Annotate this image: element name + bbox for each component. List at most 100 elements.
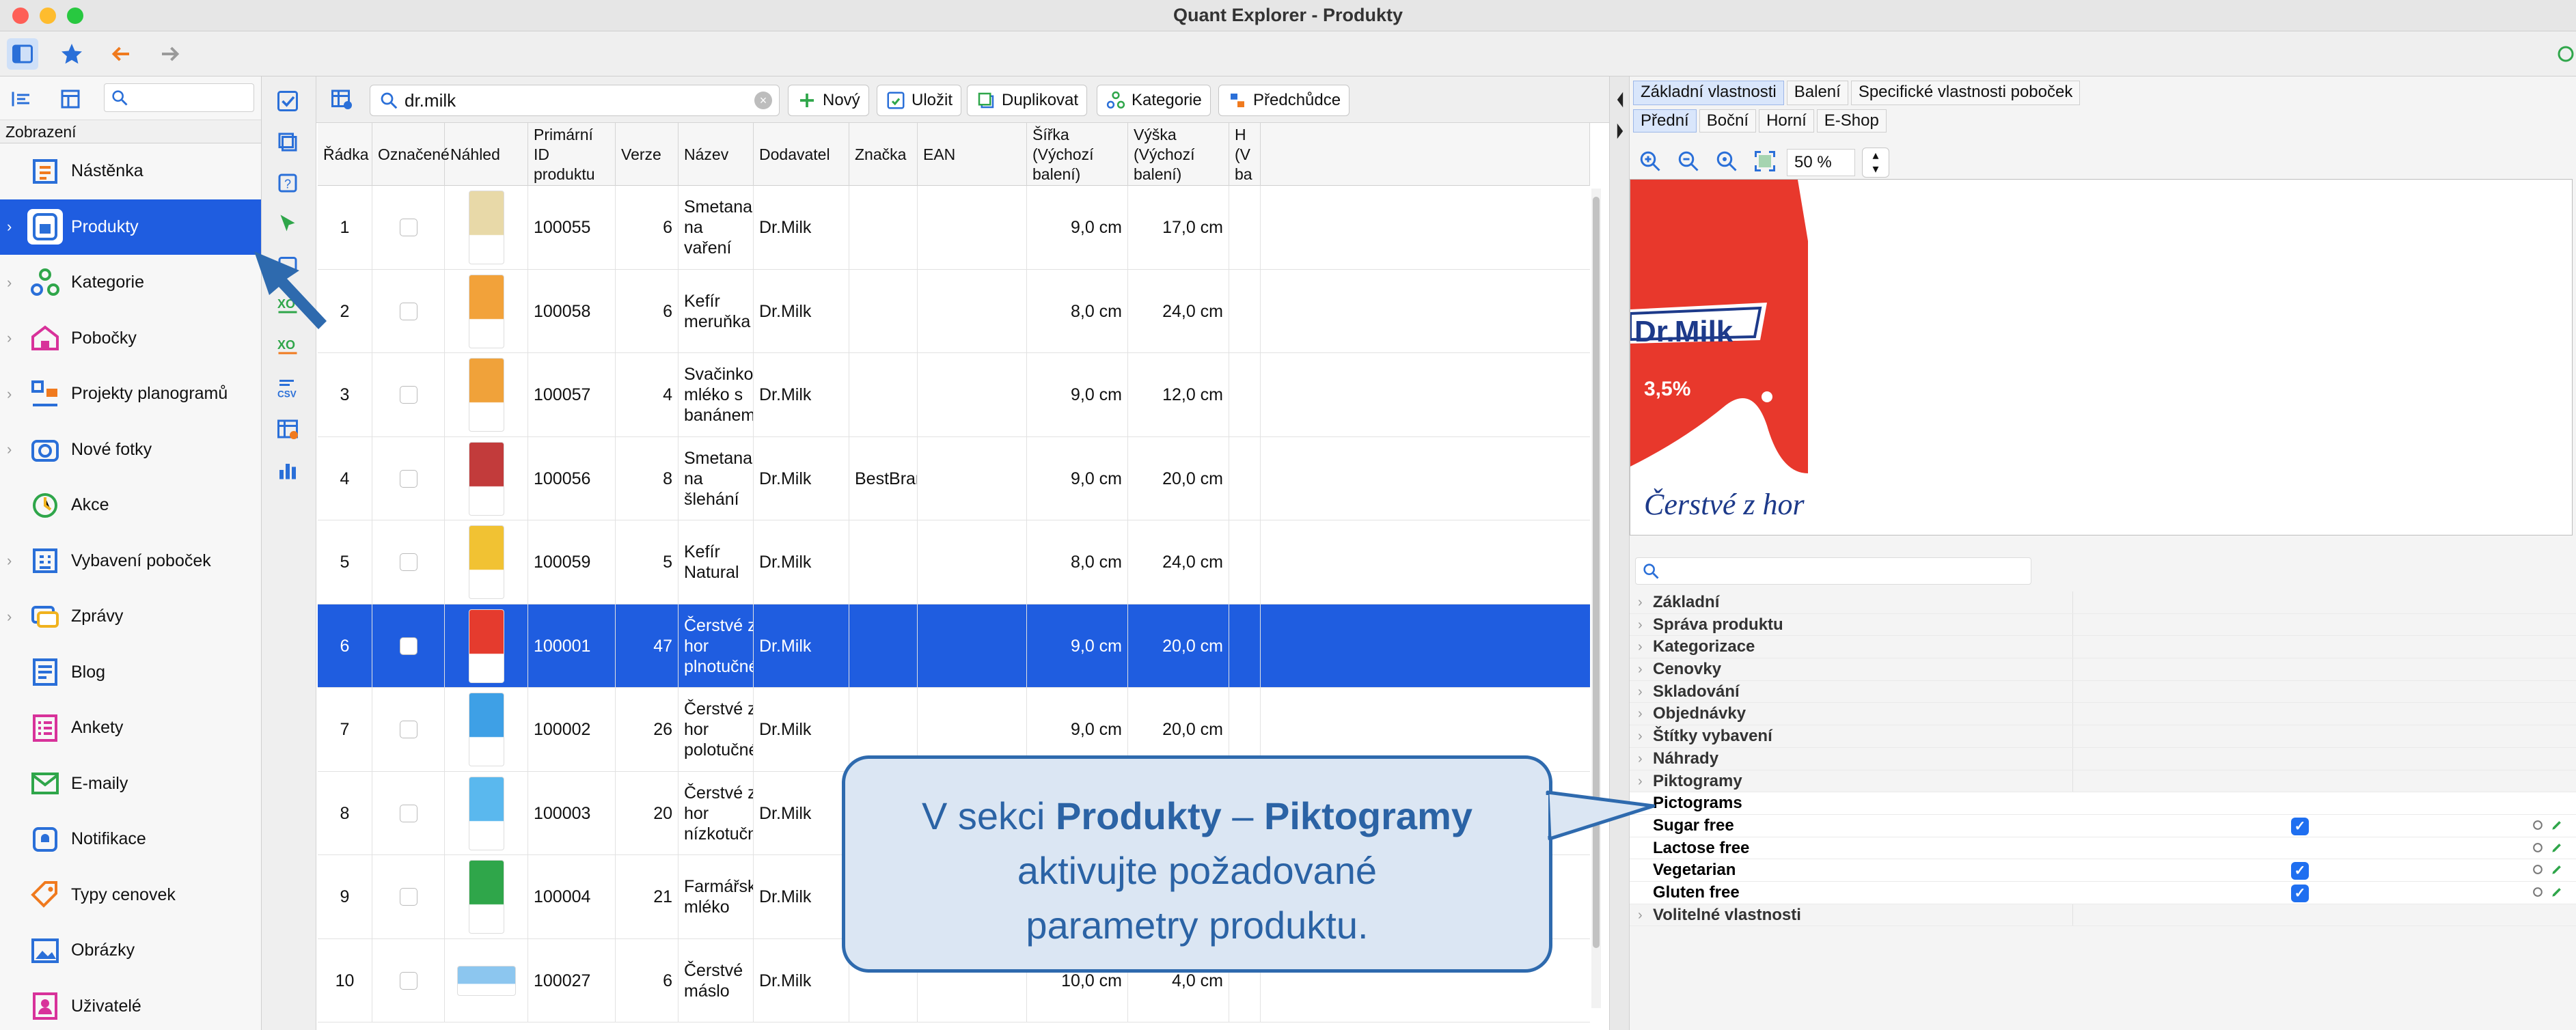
edit-icon[interactable] xyxy=(2549,818,2564,833)
column-header[interactable]: Řádka xyxy=(318,123,372,186)
sidebar-item-zprávy[interactable]: › Zprávy xyxy=(0,589,261,645)
property-group[interactable]: › Cenovky xyxy=(1630,658,2576,681)
table-row[interactable]: 3 1000574Svačinkové mléko s banánemDr.Mil… xyxy=(318,353,1590,437)
chevron-right-icon[interactable]: › xyxy=(1638,703,1643,725)
excel-import-icon[interactable]: XO xyxy=(273,332,303,362)
property-group[interactable]: › Piktogramy xyxy=(1630,770,2576,793)
view-tab-e-shop[interactable]: E-Shop xyxy=(1816,109,1887,133)
chevron-right-icon[interactable]: › xyxy=(1638,748,1643,770)
column-header[interactable]: Verze xyxy=(616,123,679,186)
sidebar-item-e-maily[interactable]: E-maily xyxy=(0,756,261,812)
sidebar-item-akce[interactable]: Akce xyxy=(0,477,261,533)
edit-icon[interactable] xyxy=(2549,862,2564,877)
bar-chart-icon[interactable] xyxy=(273,455,303,485)
edit-icon[interactable] xyxy=(2549,840,2564,855)
collapse-right-icon[interactable] xyxy=(1615,122,1625,141)
check-all-icon[interactable] xyxy=(273,86,303,116)
column-header[interactable]: Označené xyxy=(372,123,450,186)
sidebar-item-notifikace[interactable]: Notifikace xyxy=(0,811,261,867)
view-layout-icon[interactable] xyxy=(55,83,86,115)
reset-icon[interactable] xyxy=(2530,862,2545,877)
chevron-right-icon[interactable]: › xyxy=(7,385,12,403)
sidebar-item-pobočky[interactable]: › Pobočky xyxy=(0,311,261,367)
save-button[interactable]: Uložit xyxy=(877,85,962,116)
forward-arrow-icon[interactable] xyxy=(154,38,186,70)
sidebar-item-blog[interactable]: Blog xyxy=(0,645,261,701)
chevron-right-icon[interactable]: › xyxy=(7,218,12,236)
chevron-right-icon[interactable]: › xyxy=(1638,681,1643,703)
row-checkbox[interactable] xyxy=(399,888,417,906)
column-header[interactable]: Výška (Výchozí balení) xyxy=(1128,123,1229,186)
tab-základní-vlastnosti[interactable]: Základní vlastnosti xyxy=(1633,81,1784,105)
zoom-stepper[interactable]: ▴ ▾ xyxy=(1862,148,1889,178)
row-checkbox[interactable] xyxy=(399,469,417,488)
pictogram-checkbox[interactable]: ✓ xyxy=(2291,884,2309,902)
csv-export-icon[interactable]: CSV xyxy=(273,373,303,403)
duplicate-button[interactable]: Duplikovat xyxy=(967,85,1088,116)
zoom-reset-icon[interactable] xyxy=(1713,148,1740,175)
sidebar-item-projekty-planogramů[interactable]: › Projekty planogramů xyxy=(0,366,261,422)
pictogram-checkbox[interactable] xyxy=(2291,840,2309,858)
chevron-right-icon[interactable]: › xyxy=(1638,614,1643,636)
column-header[interactable]: Dodavatel xyxy=(754,123,849,186)
table-row[interactable]: 5 100059 5 Kefír Natural Dr.Milk 8,0 cm 24,0 c… xyxy=(318,520,1590,604)
pictogram-checkbox[interactable]: ✓ xyxy=(2291,817,2309,835)
scrollbar-thumb[interactable] xyxy=(1593,197,1600,948)
chevron-right-icon[interactable]: › xyxy=(7,608,12,626)
sidebar-search-input[interactable] xyxy=(104,83,254,112)
pictogram-checkbox[interactable]: ✓ xyxy=(2291,862,2309,880)
column-header[interactable]: EAN xyxy=(918,123,1027,186)
reset-icon[interactable] xyxy=(2530,885,2545,900)
arrow-pointer-icon[interactable] xyxy=(273,209,303,239)
sidebar-item-obrázky[interactable]: Obrázky xyxy=(0,923,261,979)
sidebar-item-produkty[interactable]: › Produkty xyxy=(0,199,261,255)
table-settings-icon[interactable] xyxy=(326,83,357,115)
column-header[interactable]: H (V ba xyxy=(1229,123,1261,186)
table-scrollbar[interactable] xyxy=(1591,189,1601,1008)
copy-icon[interactable] xyxy=(273,127,303,157)
chevron-right-icon[interactable]: › xyxy=(1638,770,1643,792)
view-tab-boční[interactable]: Boční xyxy=(1699,109,1757,133)
column-header[interactable]: Primární ID produktu xyxy=(528,123,616,186)
sidebar-item-nové-fotky[interactable]: › Nové fotky xyxy=(0,422,261,478)
row-checkbox[interactable] xyxy=(399,219,417,237)
row-checkbox[interactable] xyxy=(399,721,417,739)
property-search-input[interactable] xyxy=(1635,557,2031,585)
settings-icon[interactable] xyxy=(2556,38,2576,70)
sidebar-item-ankety[interactable]: Ankety xyxy=(0,700,261,756)
sidebar-item-typy-cenovek[interactable]: Typy cenovek xyxy=(0,867,261,923)
new-button[interactable]: Nový xyxy=(788,85,869,116)
help-list-icon[interactable]: ? xyxy=(273,168,303,198)
row-checkbox[interactable] xyxy=(399,637,417,655)
back-arrow-icon[interactable] xyxy=(105,38,137,70)
row-checkbox[interactable] xyxy=(399,804,417,822)
row-checkbox[interactable] xyxy=(399,971,417,990)
chevron-right-icon[interactable]: › xyxy=(7,329,12,347)
table-row[interactable]: 1 100055 6 Smetana na vaření Dr.Milk 9,0 cm 17… xyxy=(318,186,1590,270)
property-group[interactable]: › Náhrady xyxy=(1630,748,2576,770)
property-group[interactable]: › Volitelné vlastnosti xyxy=(1630,904,2576,927)
chevron-right-icon[interactable]: › xyxy=(1638,904,1643,926)
chevron-right-icon[interactable]: › xyxy=(1638,591,1643,613)
panel-splitter[interactable] xyxy=(1609,76,1630,1030)
category-button[interactable]: Kategorie xyxy=(1097,85,1211,116)
property-group[interactable]: › Správa produktu xyxy=(1630,614,2576,637)
view-tab-přední[interactable]: Přední xyxy=(1633,109,1697,133)
add-table-icon[interactable] xyxy=(273,414,303,444)
zoom-out-icon[interactable] xyxy=(1675,148,1702,175)
sidebar-item-vybavení-poboček[interactable]: › Vybavení poboček xyxy=(0,533,261,589)
predecessors-button[interactable]: Předchůdce xyxy=(1218,85,1350,116)
favorites-star-icon[interactable] xyxy=(56,38,87,70)
chevron-right-icon[interactable]: › xyxy=(7,441,12,458)
sidebar-item-uživatelé[interactable]: Uživatelé xyxy=(0,979,261,1030)
property-group[interactable]: › Objednávky xyxy=(1630,703,2576,726)
window-icon[interactable] xyxy=(273,250,303,280)
reset-icon[interactable] xyxy=(2530,818,2545,833)
product-search-input[interactable]: dr.milk × xyxy=(370,85,780,116)
table-row[interactable]: 6 100001 47 Čerstvé z hor plnotučné Dr.Milk 9… xyxy=(318,604,1590,688)
sidebar-item-kategorie[interactable]: › Kategorie xyxy=(0,255,261,311)
view-tab-horní[interactable]: Horní xyxy=(1759,109,1814,133)
chevron-right-icon[interactable]: › xyxy=(7,552,12,570)
row-checkbox[interactable] xyxy=(399,553,417,572)
collapse-left-icon[interactable] xyxy=(1615,90,1625,109)
